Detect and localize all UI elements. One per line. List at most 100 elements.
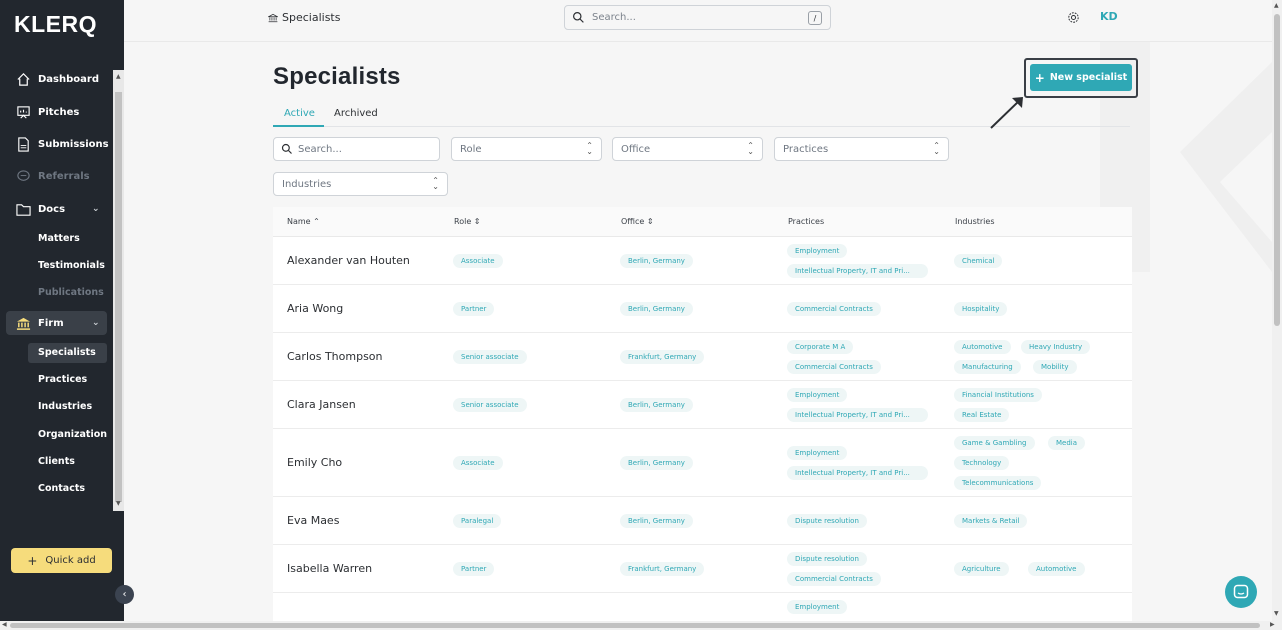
new-specialist-button[interactable]: + New specialist [1030,64,1132,91]
sidebar-item-submissions[interactable]: Submissions [0,132,112,156]
specialist-name[interactable]: Clara Jansen [287,398,356,411]
industry-badge: Technology [954,456,1010,470]
column-header-industries: Industries [955,217,995,226]
page-horizontal-scrollbar[interactable]: ◀ ▶ [0,621,1282,630]
quick-add-button[interactable]: + Quick add [11,548,112,573]
role-badge: Senior associate [453,398,527,412]
select-arrows-icon: ⌃ ⌄ [432,176,439,191]
sidebar-item-testimonials[interactable]: Testimonials [38,260,105,271]
folder-icon [16,203,31,216]
sidebar-item-contacts[interactable]: Contacts [38,483,85,494]
practice-badge: Commercial Contracts [787,572,881,586]
scrollbar-thumb[interactable] [10,623,1260,628]
industry-badge: Automotive [1028,562,1085,576]
sidebar-item-pitches[interactable]: Pitches [0,100,112,124]
avatar[interactable]: KD [1100,10,1118,23]
scroll-down-arrow-icon[interactable]: ▼ [116,500,121,507]
practice-badge: Employment [787,388,848,402]
office-select[interactable]: Office ⌃ ⌄ [612,137,763,161]
sidebar-item-firm[interactable]: Firm ⌄ [0,311,112,335]
column-header-role[interactable]: Role ⇕ [454,217,480,226]
sidebar-item-organization[interactable]: Organization [38,429,107,440]
sidebar-scrollbar[interactable]: ▲ ▼ [113,70,124,511]
sidebar-item-matters[interactable]: Matters [38,233,80,244]
collapse-sidebar-button[interactable]: ‹ [115,585,134,604]
bank-icon [268,13,278,22]
breadcrumb-label[interactable]: Specialists [282,11,340,24]
industry-badge: Real Estate [954,408,1010,422]
sidebar-item-practices[interactable]: Practices [38,374,87,385]
table-row[interactable]: Alexander van Houten Associate Berlin, G… [273,237,1132,285]
chevron-left-icon: ‹ [122,589,127,600]
specialist-name[interactable]: Alexander van Houten [287,254,410,267]
gear-icon[interactable] [1067,11,1080,24]
industry-badge: Markets & Retail [954,514,1028,528]
scrollbar-thumb[interactable] [1274,14,1280,326]
office-select-value: Office [621,144,651,155]
practice-badge: Employment [787,244,848,258]
presentation-icon [17,105,30,119]
specialist-name[interactable]: Isabella Warren [287,562,372,575]
specialist-search-input[interactable]: Search... [273,137,440,161]
sidebar-item-clients[interactable]: Clients [38,456,75,467]
sidebar-item-publications[interactable]: Publications [38,287,104,298]
role-badge: Associate [453,456,503,470]
scroll-up-arrow-icon[interactable]: ▲ [116,73,121,80]
shortcut-key-badge: / [808,11,822,25]
sidebar-item-industries[interactable]: Industries [38,401,92,412]
specialist-name[interactable]: Emily Cho [287,456,342,469]
scroll-up-arrow-icon[interactable]: ▲ [1274,2,1279,9]
home-icon [17,72,30,86]
practices-select[interactable]: Practices ⌃ ⌄ [774,137,949,161]
scroll-left-arrow-icon[interactable]: ◀ [2,621,7,628]
table-row[interactable]: Carlos Thompson Senior associate Frankfu… [273,333,1132,381]
table-row[interactable]: Isabella Warren Partner Frankfurt, Germa… [273,545,1132,593]
table-row[interactable]: Aria Wong Partner Berlin, Germany Commer… [273,285,1132,333]
select-arrows-icon: ⌃ ⌄ [747,141,754,156]
specialist-name[interactable]: Aria Wong [287,302,343,315]
scroll-right-arrow-icon[interactable]: ▶ [1270,621,1275,628]
app-logo[interactable]: KLERQ [14,11,97,38]
column-header-name[interactable]: Name ⌃ [287,217,320,226]
sidebar-item-label: Submissions [38,138,109,150]
table-header: Name ⌃ Role ⇕ Office ⇕ Practices Industr… [273,207,1132,237]
practice-badge: Intellectual Property, IT and Pri... [787,408,928,422]
tab-active[interactable]: Active [284,108,315,119]
industry-badge: Agriculture [954,562,1009,576]
tab-archived[interactable]: Archived [334,108,378,119]
sidebar-item-docs[interactable]: Docs ⌄ [0,197,112,221]
chevron-down-icon: ⌄ [92,204,100,214]
sidebar-item-dashboard[interactable]: Dashboard [0,67,112,91]
sidebar: KLERQ Dashboard Pitches Submissions Refe… [0,0,124,621]
role-badge: Associate [453,254,503,268]
practice-badge: Corporate M A [787,340,854,354]
sidebar-item-label: Docs [38,203,66,215]
sidebar-item-label: Referrals [38,170,90,182]
page-vertical-scrollbar[interactable]: ▲ ▼ [1272,0,1282,621]
tab-underline [273,125,324,127]
office-badge: Berlin, Germany [620,254,693,268]
specialist-name[interactable]: Carlos Thompson [287,350,383,363]
role-select[interactable]: Role ⌃ ⌄ [451,137,602,161]
global-search-input[interactable]: Search... / [564,5,831,30]
industry-badge: Mobility [1033,360,1077,374]
role-badge: Senior associate [453,350,527,364]
sidebar-item-referrals[interactable]: Referrals [0,164,112,188]
chat-icon [1233,584,1249,599]
practice-badge: Dispute resolution [787,552,867,566]
scrollbar-thumb[interactable] [115,92,122,502]
table-row[interactable]: Eva Maes Paralegal Berlin, Germany Dispu… [273,497,1132,545]
breadcrumb: Specialists [268,11,340,24]
table-row[interactable]: Emily Cho Associate Berlin, Germany Empl… [273,429,1132,497]
sidebar-item-specialists[interactable]: Specialists [38,347,96,358]
support-chat-button[interactable] [1225,576,1257,608]
industry-badge: Game & Gambling [954,436,1035,450]
plus-icon: + [27,553,38,568]
column-header-office[interactable]: Office ⇕ [621,217,654,226]
role-badge: Partner [453,562,495,576]
table-row[interactable]: Clara Jansen Senior associate Berlin, Ge… [273,381,1132,429]
specialist-name[interactable]: Eva Maes [287,514,339,527]
industries-select[interactable]: Industries ⌃ ⌄ [273,172,448,196]
scroll-down-arrow-icon[interactable]: ▼ [1274,610,1279,617]
industry-badge: Chemical [954,254,1003,268]
